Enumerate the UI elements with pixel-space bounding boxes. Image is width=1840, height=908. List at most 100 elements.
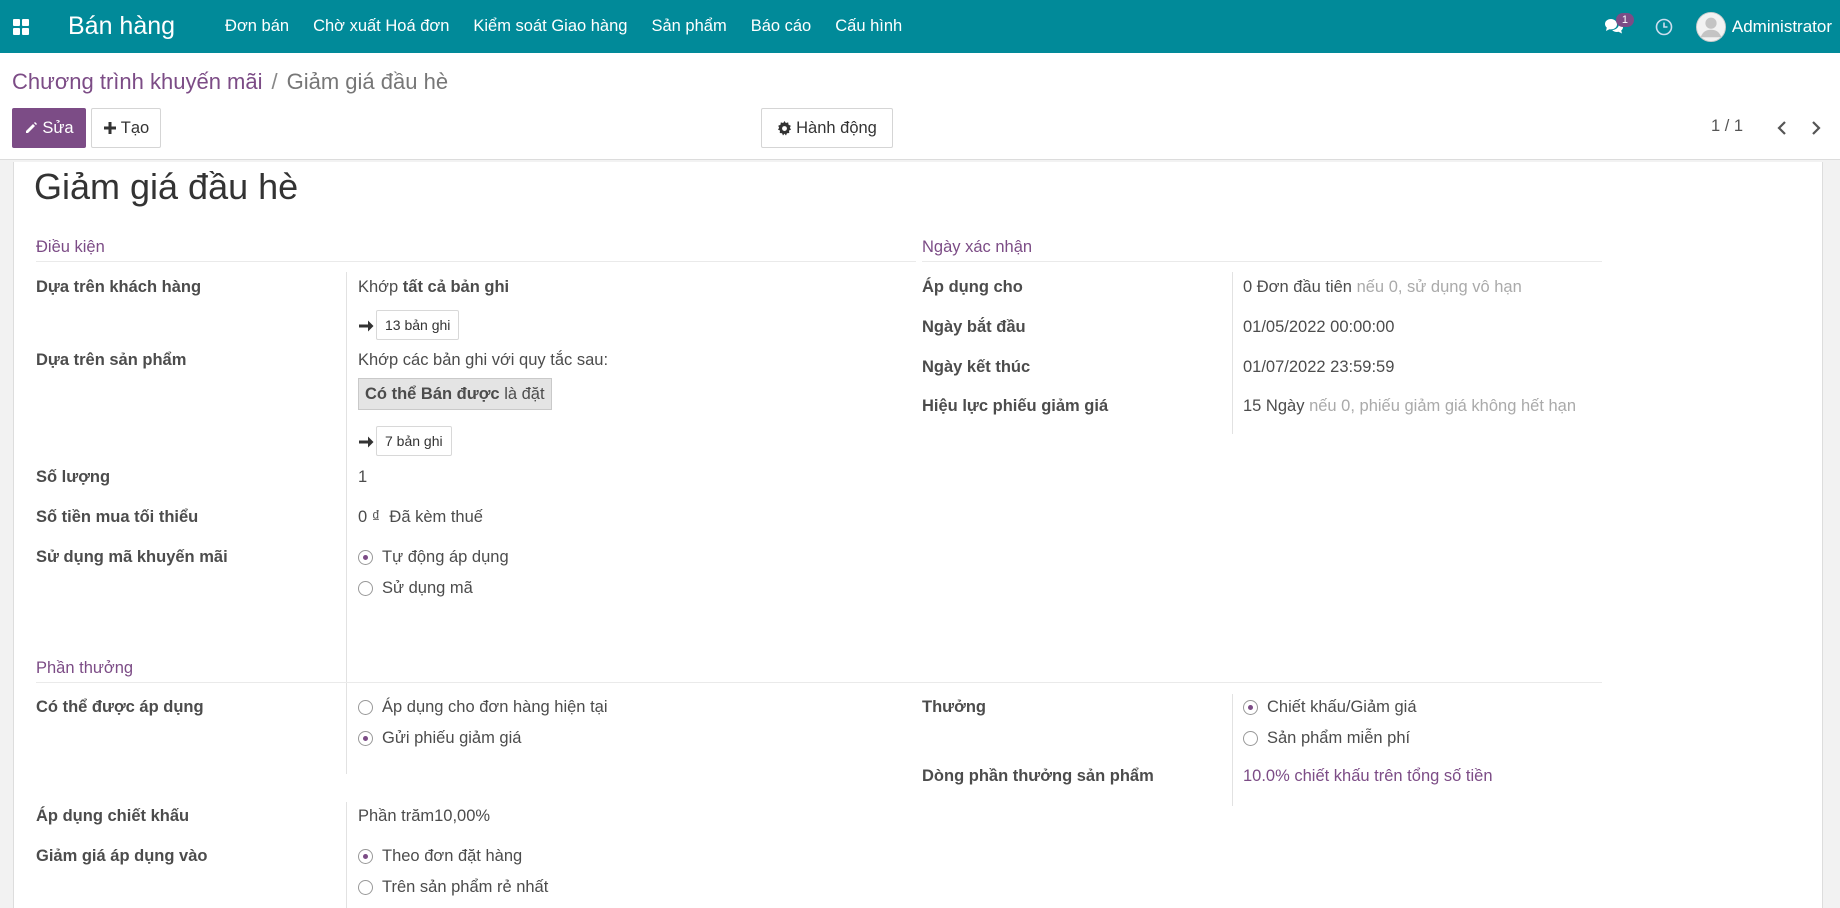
field-label-promo-code: Sử dụng mã khuyến mãi [36, 548, 228, 566]
top-navbar: Bán hàng Đơn bán Chờ xuất Hoá đơn Kiểm s… [0, 0, 1840, 53]
navbar-systray: 1 Administrator [1594, 0, 1840, 53]
section-divider [922, 261, 1602, 262]
field-label-end-date: Ngày kết thúc [922, 358, 1031, 376]
customer-records-button[interactable]: 13 bản ghi [376, 310, 460, 340]
radio-dot [358, 700, 373, 715]
activity-clock-icon[interactable] [1644, 0, 1684, 53]
menu-item-configuration[interactable]: Cấu hình [823, 17, 914, 36]
apply-for-count: 0 Đơn đầu tiên [1243, 278, 1352, 296]
radio-dot [358, 581, 373, 596]
menu-item-delivery[interactable]: Kiểm soát Giao hàng [461, 17, 639, 36]
min-amount-value: 0 ₫ Đã kèm thuế [358, 508, 483, 527]
field-label-apply-for: Áp dụng cho [922, 278, 1023, 296]
field-label-reward: Thưởng [922, 698, 986, 716]
form-sheet: Giảm giá đầu hè Điều kiện Dựa trên khách… [13, 162, 1823, 908]
breadcrumb-separator: / [271, 69, 278, 94]
chat-icon[interactable]: 1 [1594, 0, 1634, 53]
radio-label: Sản phẩm miễn phí [1267, 729, 1411, 747]
arrow-right-icon [359, 436, 374, 448]
section-divider [36, 261, 916, 262]
main-menu: Đơn bán Chờ xuất Hoá đơn Kiểm soát Giao … [213, 17, 914, 36]
radio-dot-checked [358, 731, 373, 746]
breadcrumb-current: Giảm giá đầu hè [286, 69, 449, 94]
product-rule-text: Khớp các bản ghi với quy tắc sau: [358, 351, 609, 369]
apps-menu-icon[interactable] [0, 0, 42, 53]
discount-type-value: Phần trăm10,00% [358, 807, 491, 825]
radio-free-product[interactable]: Sản phẩm miễn phí [1243, 729, 1410, 748]
field-label-start-date: Ngày bắt đầu [922, 318, 1026, 336]
create-button[interactable]: Tạo [91, 108, 161, 148]
product-rule-field: Có thể Bán được [365, 384, 500, 403]
menu-item-to-invoice[interactable]: Chờ xuất Hoá đơn [301, 17, 461, 36]
user-avatar[interactable] [1695, 11, 1726, 42]
radio-on-order[interactable]: Theo đơn đặt hàng [358, 847, 522, 866]
action-button[interactable]: Hành động [761, 108, 893, 148]
app-title[interactable]: Bán hàng [68, 12, 175, 41]
section-heading-validity: Ngày xác nhận [922, 238, 1033, 256]
product-rule-tag[interactable]: Có thể Bán được là đặt [358, 378, 552, 410]
radio-dot-checked [1243, 700, 1258, 715]
radio-cheapest-product[interactable]: Trên sản phẩm rẻ nhất [358, 878, 548, 897]
column-divider [1232, 694, 1233, 806]
plus-icon [103, 122, 116, 134]
radio-label: Gửi phiếu giảm giá [382, 729, 522, 747]
record-title: Giảm giá đầu hè [34, 166, 299, 207]
radio-label: Chiết khấu/Giảm giá [1267, 698, 1417, 716]
chat-badge: 1 [1615, 13, 1634, 27]
pager-previous-icon[interactable] [1770, 113, 1794, 143]
radio-dot-checked [358, 849, 373, 864]
min-amount-amount: 0 ₫ [358, 508, 381, 526]
column-divider [346, 802, 347, 908]
pager-next-icon[interactable] [1804, 113, 1828, 143]
start-date-value: 01/05/2022 00:00:00 [1243, 318, 1395, 336]
create-button-label: Tạo [120, 118, 150, 137]
gear-icon [778, 120, 792, 135]
field-label-quantity: Số lượng [36, 468, 111, 486]
breadcrumb: Chương trình khuyến mãi / Giảm giá đầu h… [12, 69, 448, 95]
menu-item-products[interactable]: Sản phẩm [639, 17, 738, 36]
radio-send-coupon[interactable]: Gửi phiếu giảm giá [358, 729, 521, 748]
edit-button[interactable]: Sửa [12, 108, 86, 148]
menu-item-reporting[interactable]: Báo cáo [739, 17, 824, 36]
edit-button-label: Sửa [42, 118, 74, 137]
radio-dot [1243, 731, 1258, 746]
radio-label: Theo đơn đặt hàng [382, 847, 523, 865]
radio-apply-current-order[interactable]: Áp dụng cho đơn hàng hiện tại [358, 698, 608, 717]
radio-use-code[interactable]: Sử dụng mã [358, 579, 473, 598]
product-records-button[interactable]: 7 bản ghi [376, 426, 452, 456]
radio-dot-checked [358, 550, 373, 565]
section-heading-conditions: Điều kiện [36, 238, 105, 256]
field-label-reward-line: Dòng phần thưởng sản phẩm [922, 767, 1154, 785]
field-label-coupon-validity: Hiệu lực phiếu giảm giá [922, 397, 1109, 415]
radio-discount[interactable]: Chiết khấu/Giảm giá [1243, 698, 1417, 717]
menu-item-orders[interactable]: Đơn bán [213, 17, 301, 36]
apply-for-hint: nếu 0, sử dụng vô hạn [1356, 278, 1522, 296]
coupon-validity-value: 15 Ngày nếu 0, phiếu giảm giá không hết … [1243, 397, 1576, 416]
section-heading-rewards: Phần thưởng [36, 659, 134, 677]
field-label-applicable: Có thể được áp dụng [36, 698, 204, 716]
field-label-customer: Dựa trên khách hàng [36, 278, 202, 296]
customer-match-all: tất cả bản ghi [402, 278, 510, 296]
column-divider [346, 694, 347, 766]
control-panel: Chương trình khuyến mãi / Giảm giá đầu h… [0, 53, 1840, 160]
pager-value[interactable]: 1 / 1 [1711, 117, 1743, 136]
radio-auto-apply[interactable]: Tự động áp dụng [358, 548, 509, 567]
pencil-icon [26, 122, 38, 133]
radio-label: Tự động áp dụng [382, 548, 509, 566]
reward-line-link[interactable]: 10.0% chiết khấu trên tổng số tiền [1243, 767, 1493, 786]
quantity-value: 1 [358, 468, 368, 486]
product-rule-operator: là đặt [504, 384, 545, 403]
field-label-discount-on: Giảm giá áp dụng vào [36, 847, 208, 865]
radio-label: Trên sản phẩm rẻ nhất [382, 878, 549, 896]
customer-domain-text: Khớp tất cả bản ghi [358, 278, 509, 297]
radio-label: Áp dụng cho đơn hàng hiện tại [382, 698, 608, 716]
arrow-right-icon [359, 320, 374, 332]
user-name[interactable]: Administrator [1732, 17, 1832, 37]
radio-label: Sử dụng mã [382, 579, 473, 597]
action-button-label: Hành động [796, 118, 877, 137]
breadcrumb-parent[interactable]: Chương trình khuyến mãi [12, 69, 263, 95]
coupon-validity-days: 15 Ngày [1243, 397, 1305, 415]
min-amount-tax: Đã kèm thuế [389, 508, 483, 526]
customer-match-prefix: Khớp [358, 278, 399, 296]
field-label-product: Dựa trên sản phẩm [36, 351, 187, 369]
